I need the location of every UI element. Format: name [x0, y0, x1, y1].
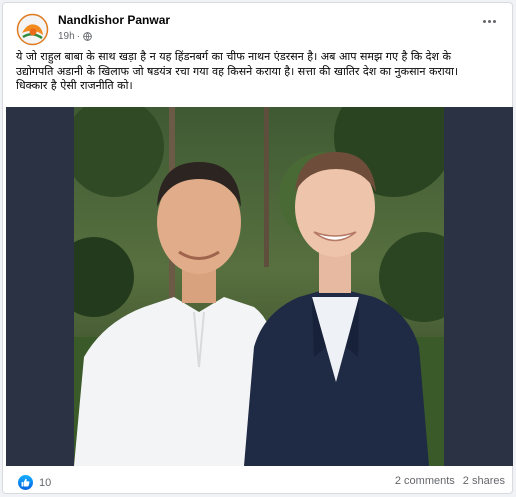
shares-count[interactable]: 2 shares — [463, 475, 505, 487]
like-icon — [18, 475, 33, 490]
post-text-line: उद्योगपति अडानी के खिलाफ जो षडयंत्र रचा … — [16, 64, 459, 78]
reaction-summary[interactable]: 10 — [18, 475, 51, 490]
post-time[interactable]: 19h — [58, 31, 75, 42]
post-text-line: ये जो राहुल बाबा के साथ खड़ा है न यह हिं… — [16, 50, 451, 63]
post-media[interactable] — [6, 107, 513, 466]
comments-count[interactable]: 2 comments — [395, 475, 455, 487]
reaction-count[interactable]: 10 — [39, 477, 51, 489]
post-header: Nandkishor Panwar 19h · — [14, 12, 502, 48]
author-avatar[interactable] — [16, 13, 49, 46]
engagement-counts: 2 comments 2 shares — [395, 475, 505, 487]
meta-separator: · — [76, 31, 81, 42]
globe-icon — [83, 32, 92, 41]
author-name[interactable]: Nandkishor Panwar — [58, 13, 170, 27]
post-meta: 19h · — [58, 31, 92, 42]
post-card: Nandkishor Panwar 19h · ये जो राहुल बाबा… — [2, 2, 513, 494]
post-footer: 10 2 comments 2 shares — [6, 468, 513, 494]
post-text-line: धिक्कार है ऐसी राजनीति को। — [16, 79, 133, 92]
post-photo — [74, 107, 444, 466]
more-options-icon[interactable] — [480, 16, 498, 26]
post-text: ये जो राहुल बाबा के साथ खड़ा है न यह हिं… — [16, 50, 506, 94]
